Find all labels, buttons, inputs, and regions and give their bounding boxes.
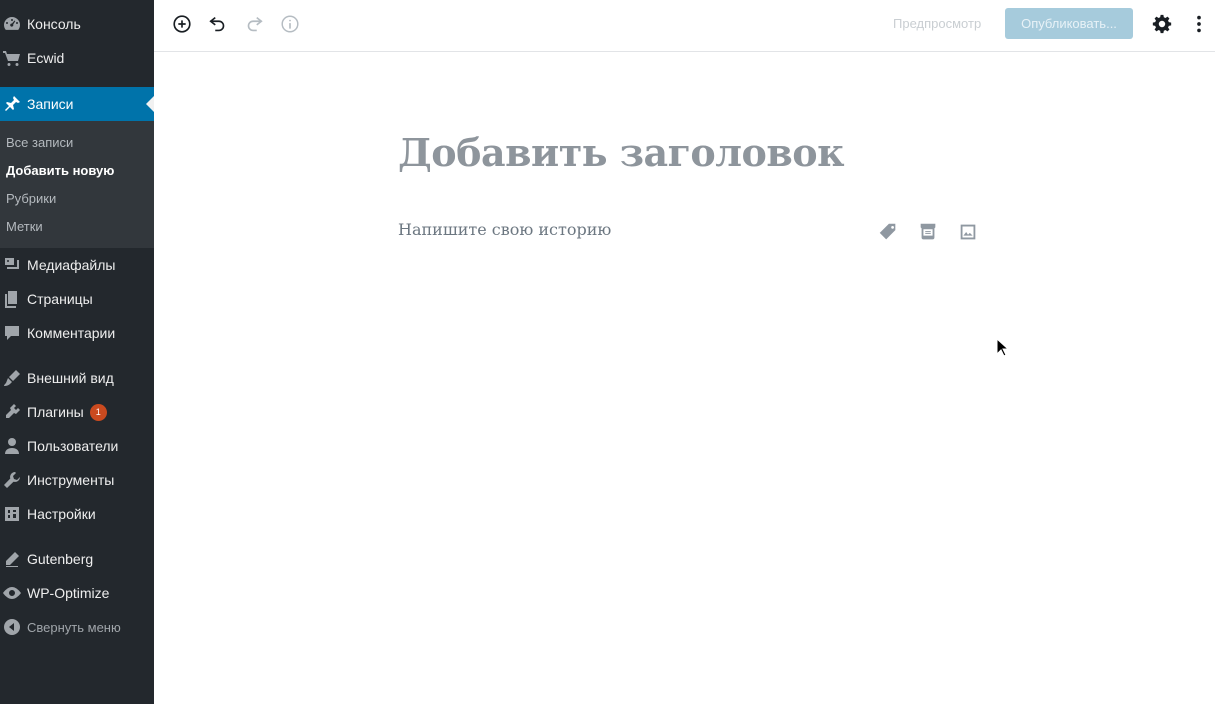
submenu-categories[interactable]: Рубрики xyxy=(6,191,56,206)
admin-sidebar: Консоль Ecwid Записи Все записи Добавить… xyxy=(0,0,154,704)
menu-item-users[interactable]: Пользователи xyxy=(0,429,154,463)
info-icon xyxy=(281,15,299,33)
brush-icon xyxy=(0,368,27,388)
publish-label: Опубликовать... xyxy=(1021,16,1117,31)
menu-label: Плагины xyxy=(27,404,84,420)
cart-icon xyxy=(0,48,27,68)
pin-icon xyxy=(0,94,27,114)
menu-item-plugins[interactable]: Плагины 1 xyxy=(0,395,154,429)
menu-item-pages[interactable]: Страницы xyxy=(0,282,154,316)
pencil-icon xyxy=(0,549,27,569)
menu-item-settings[interactable]: Настройки xyxy=(0,497,154,531)
dashboard-icon xyxy=(0,14,27,34)
menu-item-comments[interactable]: Комментарии xyxy=(0,316,154,350)
editor-toolbar: Предпросмотр Опубликовать... xyxy=(154,0,1215,52)
menu-item-appearance[interactable]: Внешний вид xyxy=(0,361,154,395)
update-count-badge: 1 xyxy=(89,403,107,421)
user-icon xyxy=(0,436,27,456)
post-title-input[interactable]: Добавить заголовок xyxy=(398,130,845,175)
more-tools-button[interactable] xyxy=(1187,12,1211,36)
menu-label: Gutenberg xyxy=(27,551,94,567)
tag-icon xyxy=(879,223,896,240)
settings-icon xyxy=(0,504,27,524)
menu-label: Консоль xyxy=(27,16,81,32)
menu-label: Внешний вид xyxy=(27,370,114,386)
menu-item-gutenberg[interactable]: Gutenberg xyxy=(0,542,154,576)
publish-button[interactable]: Опубликовать... xyxy=(1005,8,1133,39)
menu-item-tools[interactable]: Инструменты xyxy=(0,463,154,497)
menu-item-console[interactable]: Консоль xyxy=(0,7,154,41)
redo-icon xyxy=(247,16,263,32)
menu-item-media[interactable]: Медиафайлы xyxy=(0,248,154,282)
image-icon xyxy=(960,224,976,240)
insert-store-button[interactable] xyxy=(916,220,940,244)
mouse-pointer-icon xyxy=(996,338,1008,357)
menu-label: Свернуть меню xyxy=(27,619,121,635)
menu-label: Настройки xyxy=(27,506,96,522)
settings-toggle-button[interactable] xyxy=(1150,12,1174,36)
menu-item-wp-optimize[interactable]: WP-Optimize xyxy=(0,576,154,610)
post-body-placeholder[interactable]: Напишите свою историю xyxy=(398,220,611,239)
plus-circle-icon xyxy=(173,15,191,33)
menu-label: Инструменты xyxy=(27,472,115,488)
preview-button[interactable]: Предпросмотр xyxy=(893,16,981,31)
menu-item-ecwid[interactable]: Ecwid xyxy=(0,41,154,75)
submenu-tags[interactable]: Метки xyxy=(6,219,43,234)
menu-label: Ecwid xyxy=(27,50,65,66)
menu-label: WP-Optimize xyxy=(27,585,110,601)
menu-label: Комментарии xyxy=(27,325,116,341)
submenu-all-posts[interactable]: Все записи xyxy=(6,135,73,150)
vertical-ellipsis-icon xyxy=(1197,15,1201,33)
menu-item-posts[interactable]: Записи xyxy=(0,87,154,121)
eye-icon xyxy=(0,583,27,603)
collapse-menu-button[interactable]: Свернуть меню xyxy=(0,610,154,644)
cart-icon xyxy=(920,223,936,240)
add-block-button[interactable] xyxy=(170,12,194,36)
redo-button[interactable] xyxy=(242,12,266,36)
insert-tag-button[interactable] xyxy=(876,220,900,244)
menu-label: Медиафайлы xyxy=(27,257,116,273)
comment-icon xyxy=(0,323,27,343)
undo-icon xyxy=(209,16,225,32)
posts-submenu: Все записи Добавить новую Рубрики Метки xyxy=(0,121,154,248)
insert-image-button[interactable] xyxy=(956,220,980,244)
collapse-icon xyxy=(0,617,27,637)
info-button[interactable] xyxy=(278,12,302,36)
undo-button[interactable] xyxy=(206,12,230,36)
gear-icon xyxy=(1152,14,1172,34)
pages-icon xyxy=(0,289,27,309)
media-icon xyxy=(0,255,27,275)
menu-label: Записи xyxy=(27,96,74,112)
plugin-icon xyxy=(0,402,27,422)
wrench-icon xyxy=(0,470,27,490)
menu-label: Страницы xyxy=(27,291,93,307)
menu-label: Пользователи xyxy=(27,438,119,454)
submenu-add-new[interactable]: Добавить новую xyxy=(6,163,114,178)
